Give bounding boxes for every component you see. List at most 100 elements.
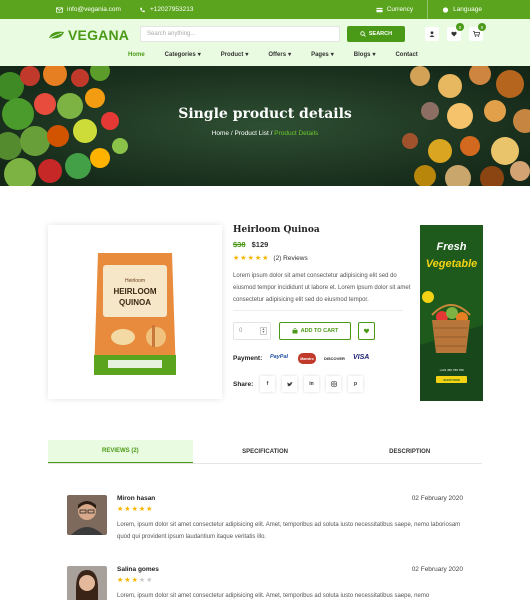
current-price: $129 xyxy=(251,240,269,249)
product-tabs: REVIEWS (2) SPECIFICATION DESCRIPTION xyxy=(48,440,482,464)
breadcrumb-current: Product Details xyxy=(274,130,319,137)
twitter-share-button[interactable] xyxy=(282,376,297,392)
paypal-logo: PayPal xyxy=(270,354,289,360)
wishlist-count-badge: 0 xyxy=(456,23,464,31)
add-to-cart-button[interactable]: ADD TO CART xyxy=(279,322,351,340)
reviewer-photo-man xyxy=(67,495,107,535)
heart-icon xyxy=(363,328,370,334)
linkedin-share-button[interactable]: in xyxy=(304,376,319,392)
nav-item-blogs[interactable]: Blogs ▾ xyxy=(353,51,376,59)
instagram-share-button[interactable] xyxy=(326,376,341,392)
globe-icon xyxy=(442,6,449,13)
quinoa-package-image: Heirloom HEIRLOOM QUINOA xyxy=(94,253,176,375)
pinterest-icon: p xyxy=(353,381,358,387)
star-icon: ★ xyxy=(117,577,124,584)
search-button[interactable]: SEARCH xyxy=(347,26,405,42)
bag-icon xyxy=(292,328,298,334)
review-item: Salina gomes 02 February 2020 ★ ★ ★ ★ ★ … xyxy=(67,566,463,600)
logo-text: VEGANA xyxy=(68,27,130,43)
twitter-icon xyxy=(286,381,293,386)
main-nav: Home Categories ▾ Product ▾ Offers ▾ Pages ▾… xyxy=(128,51,418,59)
star-icon: ★ xyxy=(124,577,131,584)
product-rating: ★ ★ ★ ★ ★ (2) Reviews xyxy=(233,254,308,263)
topbar-divider xyxy=(427,0,429,19)
facebook-icon: f xyxy=(266,381,269,387)
ad-headline-fresh: Fresh xyxy=(436,241,467,253)
phone-contact[interactable]: +12027953213 xyxy=(139,6,194,13)
user-icon xyxy=(429,31,435,37)
breadcrumb-home[interactable]: Home xyxy=(212,130,229,137)
page-banner: Single product details Home / Product Li… xyxy=(0,66,530,186)
review-rating: ★ ★ ★ ★ ★ xyxy=(117,505,152,513)
maestro-logo: Maestro xyxy=(298,353,316,364)
tab-description[interactable]: DESCRIPTION xyxy=(337,440,482,463)
star-icon: ★ xyxy=(262,255,269,262)
discover-logo: DISCOVER xyxy=(324,356,345,361)
add-to-cart-label: ADD TO CART xyxy=(300,328,339,334)
reviewer-name: Miron hasan xyxy=(117,495,156,502)
tab-reviews[interactable]: REVIEWS (2) xyxy=(48,440,193,463)
share-label: Share: xyxy=(233,381,254,388)
avatar xyxy=(67,566,107,600)
ad-headline-vegetable: Vegetable xyxy=(425,258,478,270)
email-contact[interactable]: info@vegania.com xyxy=(56,6,121,13)
quantity-value: 0 xyxy=(239,328,243,334)
site-logo[interactable]: VEGANA xyxy=(48,27,129,43)
old-price: $38 xyxy=(233,240,246,249)
quantity-stepper[interactable]: 0 ▲ ▼ xyxy=(233,322,271,340)
product-image[interactable]: Heirloom HEIRLOOM QUINOA xyxy=(48,225,222,399)
reviewer-name: Salina gomes xyxy=(117,566,159,573)
breadcrumb: Home / Product List / Product Details xyxy=(0,130,530,137)
language-selector[interactable]: Language xyxy=(442,6,482,13)
review-text: Lorem, ipsum dolor sit amet consectetur … xyxy=(117,593,430,599)
quantity-spin-arrows[interactable]: ▲ ▼ xyxy=(260,327,267,335)
currency-selector[interactable]: Currency xyxy=(376,6,413,13)
nav-label: Pages xyxy=(311,51,329,58)
mail-icon xyxy=(56,6,63,13)
pinterest-share-button[interactable]: p xyxy=(348,376,363,392)
breadcrumb-product-list[interactable]: Product List xyxy=(234,130,268,137)
star-icon: ★ xyxy=(124,506,131,513)
nav-label: Home xyxy=(128,51,145,58)
account-button[interactable] xyxy=(425,27,439,41)
nav-item-contact[interactable]: Contact xyxy=(395,51,417,58)
svg-text:QUINOA: QUINOA xyxy=(119,298,151,307)
star-icon: ★ xyxy=(254,255,262,262)
review-item: Miron hasan 02 February 2020 ★ ★ ★ ★ ★ L… xyxy=(67,495,463,547)
nav-item-home[interactable]: Home xyxy=(128,51,145,58)
reviews-count-link[interactable]: (2) Reviews xyxy=(273,255,307,262)
add-to-wishlist-button[interactable] xyxy=(358,322,375,340)
phone-text: +12027953213 xyxy=(149,6,194,13)
nav-item-categories[interactable]: Categories ▾ xyxy=(164,51,201,59)
currency-icon xyxy=(376,7,383,12)
nav-label: Categories xyxy=(164,51,196,58)
visa-logo: VISA xyxy=(353,354,370,361)
nav-label: Blogs xyxy=(353,51,371,58)
fresh-vegetable-ad[interactable]: Fresh Vegetable +123 456 789 789 SHOP NO… xyxy=(420,225,483,401)
nav-item-product[interactable]: Product ▾ xyxy=(221,51,249,59)
cart-button[interactable]: 0 xyxy=(469,23,486,41)
review-date: 02 February 2020 xyxy=(411,495,463,502)
search-input[interactable]: Search anything... xyxy=(140,26,340,42)
heart-icon xyxy=(451,31,457,37)
star-icon: ★ xyxy=(233,255,240,262)
nav-item-pages[interactable]: Pages ▾ xyxy=(311,51,334,59)
site-header: VEGANA Search anything... SEARCH 0 0 Hom… xyxy=(0,19,530,66)
tab-specification[interactable]: SPECIFICATION xyxy=(193,440,338,463)
svg-text:HEIRLOOM: HEIRLOOM xyxy=(113,287,156,296)
chevron-down-icon: ▾ xyxy=(288,52,292,58)
nav-item-offers[interactable]: Offers ▾ xyxy=(268,51,292,59)
phone-icon xyxy=(140,7,145,12)
review-rating: ★ ★ ★ ★ ★ xyxy=(117,576,152,584)
language-label: Language xyxy=(453,6,482,13)
wishlist-button[interactable]: 0 xyxy=(447,23,464,41)
instagram-icon xyxy=(330,381,337,387)
star-icon: ★ xyxy=(138,577,146,584)
chevron-down-icon: ▾ xyxy=(330,52,334,58)
facebook-share-button[interactable]: f xyxy=(260,376,275,392)
ad-shop-now-button[interactable]: SHOP NOW xyxy=(436,376,467,383)
product-name: Heirloom Quinoa xyxy=(233,225,320,235)
search-icon xyxy=(360,31,366,37)
email-text: info@vegania.com xyxy=(67,6,121,13)
search-button-label: SEARCH xyxy=(368,31,393,37)
